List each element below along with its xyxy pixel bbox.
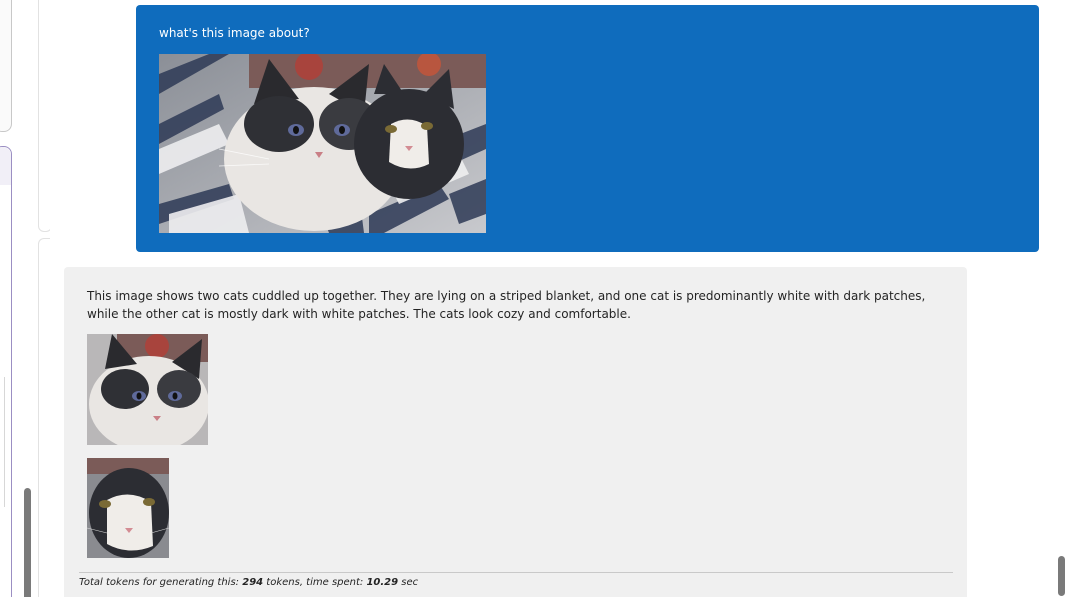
footer-middle: tokens, time spent: [263, 577, 367, 588]
footer-suffix: sec [398, 577, 419, 588]
sidebar-card[interactable] [0, 0, 12, 132]
user-message: what's this image about? [136, 5, 1039, 252]
footer-prefix: Total tokens for generating this: [79, 577, 243, 588]
assistant-message-text: This image shows two cats cuddled up tog… [87, 289, 926, 321]
sidebar-divider [4, 377, 5, 507]
user-message-text: what's this image about? [159, 26, 310, 40]
sidebar-scrollbar[interactable] [24, 488, 31, 597]
time-spent: 10.29 [366, 577, 399, 588]
page: what's this image about? This image show… [0, 0, 1068, 597]
user-message-image[interactable] [159, 54, 486, 233]
chat-scrollbar-thumb[interactable] [1058, 556, 1065, 596]
sidebar-card-header [0, 147, 11, 185]
assistant-message: This image shows two cats cuddled up tog… [64, 267, 967, 597]
sidebar-card-selected[interactable] [0, 146, 12, 597]
assistant-image-dark-cat[interactable] [87, 458, 169, 558]
token-usage-footer: Total tokens for generating this: 294 to… [79, 576, 418, 590]
token-count: 294 [242, 577, 264, 588]
message-divider [79, 572, 953, 573]
chat-scrollbar-track[interactable] [1054, 0, 1068, 597]
assistant-image-white-cat[interactable] [87, 334, 208, 445]
